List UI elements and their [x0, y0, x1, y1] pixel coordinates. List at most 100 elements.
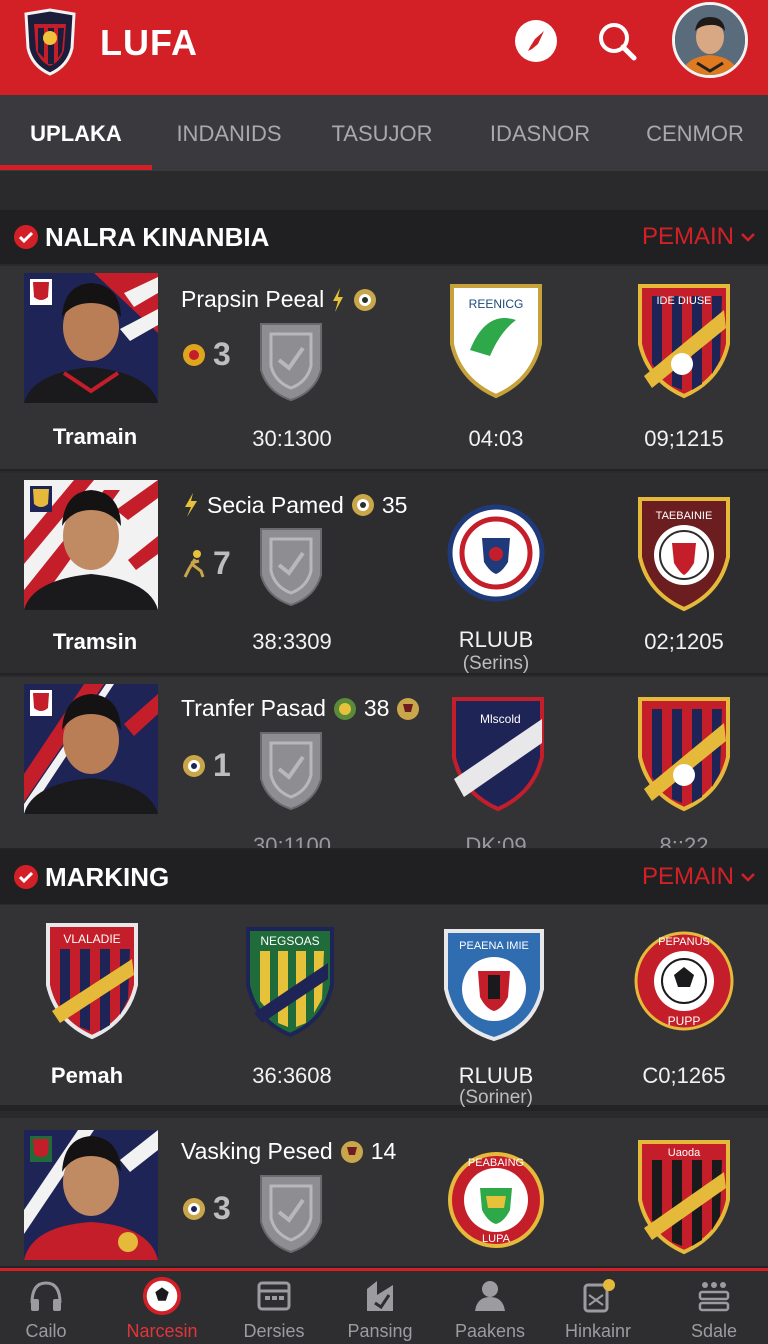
nav-label: Dersies — [243, 1321, 305, 1341]
club-crest-icon[interactable]: IDE DIUSE — [634, 280, 734, 400]
player-photo — [24, 1130, 158, 1260]
row-stat: 7 — [181, 545, 231, 582]
top-bar: LUFA — [0, 0, 768, 95]
list-item[interactable]: Vasking Pesed 14 3 PEABAING LUPA Uaoda — [0, 1118, 768, 1268]
section-more-link[interactable]: PEMAIN — [642, 223, 756, 251]
tab-uplaka[interactable]: UPLAKA — [0, 95, 152, 173]
row-value-time: 30:1300 — [252, 426, 332, 451]
list-item[interactable]: Tranfer Pasad 38 1 30:1100 Mlscold DK:09 — [0, 677, 768, 850]
trophy-icon — [340, 1140, 363, 1163]
crest-label: PUPP — [668, 1014, 701, 1028]
row-value-score: 04:03 — [468, 426, 524, 451]
club-crest-icon[interactable] — [634, 693, 734, 813]
club-crest-icon[interactable] — [446, 493, 546, 613]
row-value-date: 02;1205 — [644, 629, 724, 654]
shield-placeholder-icon — [260, 323, 322, 402]
soccer-ball-icon — [351, 494, 374, 516]
player-name: Tramsin — [52, 629, 138, 654]
row-title-number: 14 — [370, 1138, 397, 1164]
lightning-icon — [333, 287, 344, 312]
ranking-item[interactable]: VLALADIE Pemah NEGSOAS 36:3608 PEAENA IM… — [0, 905, 768, 1111]
crest-label: Uaoda — [668, 1147, 701, 1159]
headphones-icon — [25, 1275, 67, 1317]
active-tab-indicator — [0, 165, 152, 170]
row-title: Vasking Pesed 14 — [181, 1138, 396, 1165]
row-stat: 1 — [181, 747, 231, 784]
row-value-date: 8::22 — [659, 833, 709, 850]
nav-item-hinkainr[interactable]: Hinkainr — [544, 1275, 652, 1344]
crest-label: LUPA — [482, 1233, 511, 1245]
player-running-icon — [183, 549, 205, 578]
section-link-label: PEMAIN — [641, 863, 734, 890]
bottom-navigation: Cailo Narcesin Dersies Pansing Paakens H… — [0, 1268, 768, 1344]
row-title-number: 38 — [363, 695, 390, 721]
player-photo — [24, 480, 158, 610]
crest-label: REENICG — [469, 297, 524, 311]
compass-button[interactable] — [513, 18, 559, 64]
nav-label: Cailo — [25, 1321, 67, 1341]
nav-item-dersies[interactable]: Dersies — [220, 1275, 328, 1344]
check-badge-icon — [14, 225, 38, 249]
search-icon — [599, 23, 637, 61]
row-value-date: 09;1215 — [644, 426, 724, 451]
shield-placeholder-icon — [260, 1175, 322, 1254]
club-crest-icon[interactable]: PEABAING LUPA — [446, 1140, 546, 1260]
tab-indanids[interactable]: INDANIDS — [152, 95, 306, 173]
search-button[interactable] — [594, 18, 640, 64]
nav-label: Narcesin — [126, 1321, 198, 1341]
row-stat: 3 — [181, 336, 231, 373]
club-crest-icon[interactable]: VLALADIE — [42, 919, 142, 1043]
team-logo-icon[interactable] — [22, 8, 78, 76]
club-crest-icon[interactable]: Mlscold — [448, 693, 548, 813]
ranking-value-sub: (Soriner) — [459, 1087, 533, 1108]
section-header-marking: MARKING PEMAIN — [0, 850, 768, 904]
club-crest-icon[interactable]: PEAENA IMIE — [442, 923, 546, 1043]
club-crest-icon[interactable]: REENICG — [446, 280, 546, 400]
list-item[interactable]: Tramsin Secia Pamed 35 7 38:3309 RLUUB (… — [0, 473, 768, 675]
medal-icon — [183, 343, 205, 366]
club-crest-icon[interactable]: Uaoda — [634, 1136, 734, 1256]
nav-item-cailo[interactable]: Cailo — [0, 1275, 100, 1344]
club-crest-icon[interactable]: NEGSOAS — [244, 923, 336, 1039]
section-more-link[interactable]: PEMAIN — [642, 863, 756, 891]
category-tabs: UPLAKA INDANIDS TASUJOR IDASNOR CENMOR — [0, 95, 768, 173]
player-name: Tramain — [52, 424, 138, 449]
calendar-icon — [253, 1275, 295, 1317]
row-title: Prapsin Peeal — [181, 286, 378, 313]
section-title: NALRA KINANBIA — [45, 221, 270, 252]
nav-label: Sdale — [690, 1321, 738, 1341]
crest-label: VLALADIE — [63, 932, 120, 946]
row-stat-value: 3 — [213, 1190, 231, 1226]
list-item[interactable]: Tramain Prapsin Peeal 3 30:1300 REENICG … — [0, 266, 768, 471]
nav-item-paakens[interactable]: Paakens — [436, 1275, 544, 1344]
tab-tasujor[interactable]: TASUJOR — [306, 95, 458, 173]
tab-cenmor[interactable]: CENMOR — [622, 95, 768, 173]
soccer-ball-icon — [333, 697, 356, 720]
row-title-text: Vasking Pesed — [181, 1138, 333, 1164]
row-value-time: 30:1100 — [253, 833, 331, 850]
chevron-down-icon — [741, 873, 755, 882]
ranking-name: Pemah — [50, 1063, 124, 1088]
row-title-text: Tranfer Pasad — [181, 695, 326, 721]
nav-item-pansing[interactable]: Pansing — [326, 1275, 434, 1344]
check-badge-icon — [14, 865, 38, 889]
running-icon — [185, 493, 197, 517]
chevron-down-icon — [741, 233, 755, 242]
soccer-ball-icon — [183, 1197, 205, 1220]
user-avatar[interactable] — [672, 2, 748, 78]
row-title: Tranfer Pasad 38 — [181, 695, 421, 722]
club-crest-icon[interactable]: PEPANUS PUPP — [634, 925, 734, 1037]
crest-label: IDE DIUSE — [656, 295, 711, 307]
section-title: MARKING — [45, 861, 170, 892]
ranking-value-date: C0;1265 — [642, 1063, 726, 1088]
player-photo — [24, 273, 158, 403]
club-crest-icon[interactable]: TAEBAINIE — [634, 493, 734, 613]
row-stat-value: 7 — [213, 545, 231, 581]
tab-idasnor[interactable]: IDASNOR — [458, 95, 622, 173]
nav-item-narcesin[interactable]: Narcesin — [108, 1275, 216, 1344]
crest-label: Mlscold — [480, 712, 521, 726]
crest-label: TAEBAINIE — [656, 510, 713, 522]
row-value-score: DK:09 — [465, 833, 527, 850]
grid-icon — [693, 1275, 735, 1317]
nav-item-sdale[interactable]: Sdale — [660, 1275, 768, 1344]
